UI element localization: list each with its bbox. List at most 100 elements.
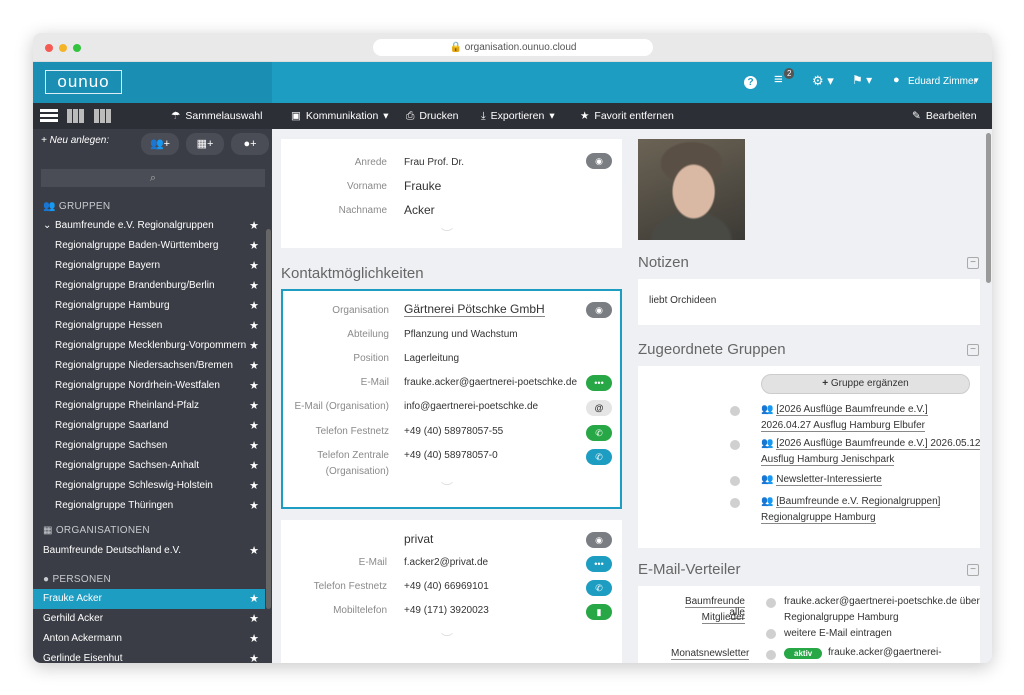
- maximize-dot[interactable]: [73, 44, 81, 52]
- bearbeiten-button[interactable]: ✎ Bearbeiten: [912, 103, 977, 129]
- add-circle-icon[interactable]: [766, 629, 776, 639]
- org-link[interactable]: Gärtnerei Pötschke GmbH: [404, 302, 545, 317]
- address-bar[interactable]: 🔒 organisation.ounuo.cloud: [373, 39, 653, 56]
- star-icon[interactable]: ★: [249, 276, 259, 296]
- star-icon[interactable]: ★: [249, 541, 259, 561]
- main-scrollbar[interactable]: [986, 133, 991, 283]
- remove-circle-icon[interactable]: [730, 498, 740, 508]
- exportieren-button[interactable]: ⤓ Exportieren ▾: [481, 103, 555, 129]
- star-icon[interactable]: ★: [249, 476, 259, 496]
- add-person-icon[interactable]: ●+: [231, 133, 269, 155]
- sidebar-group-item[interactable]: Regionalgruppe Sachsen-Anhalt ★: [33, 456, 265, 476]
- tel-zentrale-value[interactable]: +49 (40) 58978057-0: [404, 450, 498, 461]
- sidebar-group-item[interactable]: Regionalgruppe Mecklenburg-Vorpommern ★: [33, 336, 265, 356]
- remove-circle-icon[interactable]: [730, 440, 740, 450]
- sidebar-person-item[interactable]: Anton Ackermann ★: [33, 629, 265, 649]
- menu-list-icon[interactable]: ≡: [774, 71, 783, 88]
- collapse-icon[interactable]: −: [967, 257, 979, 269]
- sidebar-group-item[interactable]: Regionalgruppe Hessen ★: [33, 316, 265, 336]
- column-view-icon[interactable]: [94, 109, 112, 123]
- eye-icon[interactable]: ◉: [586, 302, 612, 318]
- eye-icon[interactable]: ◉: [586, 532, 612, 548]
- star-icon[interactable]: ★: [249, 296, 259, 316]
- remove-circle-icon[interactable]: [766, 650, 776, 660]
- star-icon[interactable]: ★: [249, 416, 259, 436]
- mobile-icon[interactable]: ▮: [586, 604, 612, 620]
- sidebar-group-item[interactable]: Regionalgruppe Saarland ★: [33, 416, 265, 436]
- expand-chevron-icon[interactable]: ︶: [441, 225, 453, 242]
- flag-icon[interactable]: ⚑ ▾: [852, 73, 872, 87]
- sidebar-group-item[interactable]: Regionalgruppe Baden-Württemberg ★: [33, 236, 265, 256]
- sidebar-group-item[interactable]: Regionalgruppe Rheinland-Pfalz ★: [33, 396, 265, 416]
- verteiler-list1-b[interactable]: Mitglieder: [671, 612, 745, 624]
- star-icon[interactable]: ★: [249, 436, 259, 456]
- star-icon[interactable]: ★: [249, 216, 259, 236]
- privat-mobil-value[interactable]: +49 (171) 3920023: [404, 605, 489, 616]
- sidebar-person-item[interactable]: Gerhild Acker ★: [33, 609, 265, 629]
- sidebar-group-item[interactable]: Regionalgruppe Bayern ★: [33, 256, 265, 276]
- expand-chevron-icon[interactable]: ︶: [441, 479, 453, 496]
- remove-circle-icon[interactable]: [766, 598, 776, 608]
- sidebar-person-item[interactable]: Frauke Acker ★: [33, 589, 265, 609]
- sidebar-group-item[interactable]: Regionalgruppe Schleswig-Holstein ★: [33, 476, 265, 496]
- close-dot[interactable]: [45, 44, 53, 52]
- privat-email-value[interactable]: f.acker2@privat.de: [404, 557, 488, 568]
- collapse-icon[interactable]: −: [967, 344, 979, 356]
- sidebar-group-item[interactable]: Regionalgruppe Niedersachsen/Bremen ★: [33, 356, 265, 376]
- phone-icon[interactable]: ✆: [586, 449, 612, 465]
- remove-circle-icon[interactable]: [730, 476, 740, 486]
- user-icon[interactable]: ●: [893, 74, 900, 86]
- expand-chevron-icon[interactable]: ︶: [441, 630, 453, 647]
- sidebar-search-input[interactable]: ⌕: [41, 169, 265, 187]
- eye-icon[interactable]: ◉: [586, 153, 612, 169]
- kommunikation-button[interactable]: ▣ Kommunikation ▾: [291, 103, 389, 129]
- sidebar-group-item[interactable]: Regionalgruppe Brandenburg/Berlin ★: [33, 276, 265, 296]
- more-icon[interactable]: •••: [586, 375, 612, 391]
- verteiler-list2[interactable]: Monatsnewsletter: [671, 648, 750, 660]
- phone-icon[interactable]: ✆: [586, 580, 612, 596]
- star-icon[interactable]: ★: [249, 376, 259, 396]
- email-org-value[interactable]: info@gaertnerei-poetschke.de: [404, 401, 538, 412]
- tel-value[interactable]: +49 (40) 58978057-55: [404, 426, 503, 437]
- star-icon[interactable]: ★: [249, 256, 259, 276]
- sidebar-group-item[interactable]: Regionalgruppe Nordrhein-Westfalen ★: [33, 376, 265, 396]
- user-menu[interactable]: Eduard Zimmer: [908, 76, 977, 87]
- star-icon[interactable]: ★: [249, 649, 259, 663]
- tile-view-icon[interactable]: [67, 109, 85, 123]
- star-icon[interactable]: ★: [249, 316, 259, 336]
- minimize-dot[interactable]: [59, 44, 67, 52]
- at-icon[interactable]: @: [586, 400, 612, 416]
- sidebar-group-item[interactable]: Regionalgruppe Sachsen ★: [33, 436, 265, 456]
- star-icon[interactable]: ★: [249, 496, 259, 516]
- sidebar-group-parent[interactable]: ⌄ Baumfreunde e.V. Regionalgruppen ★: [33, 216, 265, 236]
- star-icon[interactable]: ★: [249, 629, 259, 649]
- star-icon[interactable]: ★: [249, 609, 259, 629]
- help-icon[interactable]: ?: [744, 76, 757, 89]
- star-icon[interactable]: ★: [249, 396, 259, 416]
- sidebar-group-item[interactable]: Regionalgruppe Hamburg ★: [33, 296, 265, 316]
- sidebar-org-item[interactable]: Baumfreunde Deutschland e.V. ★: [33, 541, 265, 561]
- remove-circle-icon[interactable]: [730, 406, 740, 416]
- sidebar-scrollbar[interactable]: [266, 229, 271, 609]
- sammelauswahl-button[interactable]: ☂ Sammelauswahl: [171, 103, 262, 129]
- email-value[interactable]: frauke.acker@gaertnerei-poetschke.de: [404, 377, 577, 388]
- logo[interactable]: ounuo: [45, 70, 122, 94]
- phone-icon[interactable]: ✆: [586, 425, 612, 441]
- add-group-button[interactable]: + Gruppe ergänzen: [761, 374, 970, 394]
- star-icon[interactable]: ★: [249, 356, 259, 376]
- list1-more[interactable]: weitere E-Mail eintragen: [784, 628, 892, 639]
- star-icon[interactable]: ★: [249, 589, 259, 609]
- add-organisation-icon[interactable]: ▦+: [186, 133, 224, 155]
- sidebar-person-item[interactable]: Gerlinde Eisenhut ★: [33, 649, 265, 663]
- collapse-icon[interactable]: −: [967, 564, 979, 576]
- star-icon[interactable]: ★: [249, 456, 259, 476]
- star-icon[interactable]: ★: [249, 336, 259, 356]
- add-group-icon[interactable]: 👥+: [141, 133, 179, 155]
- gear-icon[interactable]: ⚙ ▾: [812, 73, 834, 89]
- list-view-icon[interactable]: [40, 109, 58, 123]
- sidebar-group-item[interactable]: Regionalgruppe Thüringen ★: [33, 496, 265, 516]
- drucken-button[interactable]: ⎙ Drucken: [406, 103, 459, 129]
- privat-tel-value[interactable]: +49 (40) 66969101: [404, 581, 489, 592]
- star-icon[interactable]: ★: [249, 236, 259, 256]
- more-icon[interactable]: •••: [586, 556, 612, 572]
